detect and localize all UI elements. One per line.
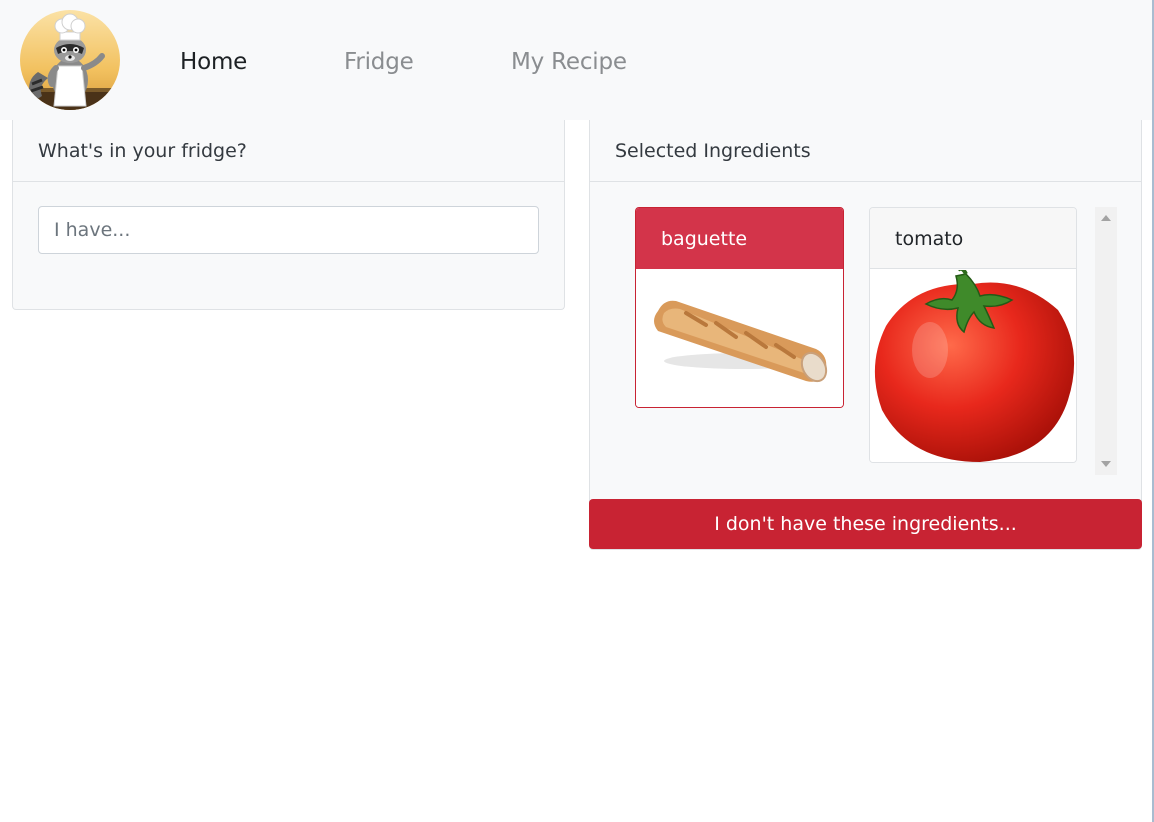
tomato-image — [870, 266, 1076, 462]
ingredient-search-input[interactable] — [38, 206, 539, 254]
selected-card-header: Selected Ingredients — [590, 120, 1141, 182]
ingredient-card-baguette[interactable]: baguette — [635, 207, 844, 408]
fridge-card: What's in your fridge? — [12, 120, 565, 310]
dont-have-ingredients-button[interactable]: I don't have these ingredients... — [589, 499, 1142, 549]
nav-home[interactable]: Home — [180, 46, 247, 78]
nav-fridge[interactable]: Fridge — [344, 46, 414, 78]
ingredient-header: baguette — [636, 208, 843, 269]
ingredient-label: tomato — [895, 228, 964, 250]
ingredient-label: baguette — [661, 228, 748, 250]
ingredient-card-tomato[interactable]: tomato — [869, 207, 1077, 463]
selected-ingredients-card: Selected Ingredients baguette tomato I d… — [589, 120, 1142, 550]
nav-my-recipe[interactable]: My Recipe — [511, 46, 627, 78]
raccoon-chef-logo[interactable] — [20, 10, 120, 110]
navbar: Home Fridge My Recipe — [0, 0, 1152, 120]
selected-card-title: Selected Ingredients — [615, 140, 811, 162]
ingredients-scrollbar[interactable] — [1095, 207, 1117, 475]
fridge-card-title: What's in your fridge? — [38, 140, 247, 162]
ingredient-header: tomato — [870, 208, 1076, 269]
scroll-up-arrow-icon[interactable] — [1101, 215, 1111, 221]
baguette-image — [636, 269, 843, 407]
scroll-down-arrow-icon[interactable] — [1101, 461, 1111, 467]
fridge-card-header: What's in your fridge? — [13, 120, 564, 182]
